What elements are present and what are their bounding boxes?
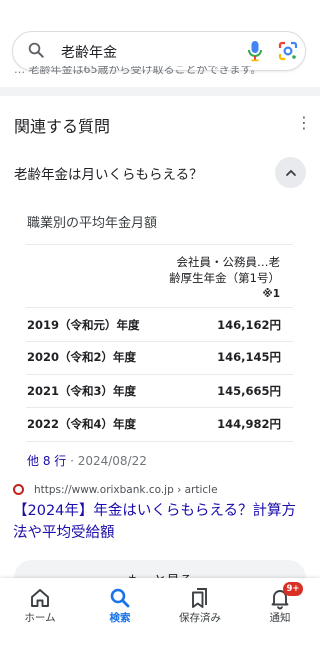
table-row: 2020（令和2）年度 146,145円 — [27, 349, 281, 369]
more-rows-link[interactable]: 他 8 行 — [27, 454, 66, 468]
row-value: 146,145円 — [217, 350, 281, 364]
home-icon — [31, 589, 49, 607]
result-title-link[interactable]: 【2024年】年金はいくらもらえる？計算方法や平均受給額 — [13, 500, 307, 544]
bookmarks-icon — [192, 588, 207, 608]
search-bar[interactable]: 老齢年金 — [12, 31, 306, 71]
row-label: 2020（令和2）年度 — [27, 350, 137, 364]
question-text[interactable]: 老齢年金は月いくらもらえる？ — [14, 163, 203, 183]
date-text: · 2024/08/22 — [66, 454, 147, 468]
divider — [26, 244, 293, 245]
search-input[interactable]: 老齢年金 — [61, 42, 117, 62]
source-url: https://www.orixbank.co.jp › article — [34, 484, 218, 496]
section-title: 関連する質問 — [14, 117, 111, 136]
divider — [26, 441, 293, 442]
section-divider — [0, 87, 320, 96]
divider — [26, 341, 293, 342]
collapse-button[interactable] — [275, 157, 306, 188]
clipped-snippet: … 老齢年金は65歳から受け取ることができます。 — [14, 66, 262, 76]
search-icon — [110, 588, 130, 608]
table-row: 2022（令和4）年度 144,982円 — [27, 416, 281, 436]
row-value: 145,665円 — [217, 384, 281, 398]
row-label: 2019（令和元）年度 — [27, 318, 140, 332]
chevron-up-icon — [285, 169, 296, 176]
row-label: 2021（令和3）年度 — [27, 384, 137, 398]
nav-search[interactable]: 検索 — [80, 578, 160, 642]
search-icon — [27, 41, 45, 63]
google-lens-icon[interactable] — [278, 41, 298, 65]
more-rows: 他 8 行 · 2024/08/22 — [27, 452, 147, 469]
divider — [26, 407, 293, 408]
microphone-icon[interactable] — [247, 40, 263, 66]
notification-badge: 9+ — [283, 582, 303, 596]
bottom-navigation: ホーム 検索 保存済み 9+ 通知 — [0, 578, 320, 664]
row-label: 2022（令和4）年度 — [27, 417, 137, 431]
table-caption: 職業別の平均年金月額 — [27, 216, 158, 231]
divider — [26, 374, 293, 375]
nav-saved[interactable]: 保存済み — [160, 578, 240, 642]
row-value: 144,982円 — [217, 417, 281, 431]
more-options-icon[interactable]: ⋮ — [296, 114, 312, 132]
table-row: 2021（令和3）年度 145,665円 — [27, 383, 281, 403]
site-favicon-icon — [13, 484, 24, 495]
divider — [26, 307, 293, 308]
table-row: 2019（令和元）年度 146,162円 — [27, 317, 281, 337]
nav-notifications[interactable]: 9+ 通知 — [240, 578, 320, 642]
row-value: 146,162円 — [217, 318, 281, 332]
nav-home[interactable]: ホーム — [0, 578, 80, 642]
column-header: 会社員・公務員…老 齢厚生年金（第1号） ※1 — [169, 255, 280, 300]
